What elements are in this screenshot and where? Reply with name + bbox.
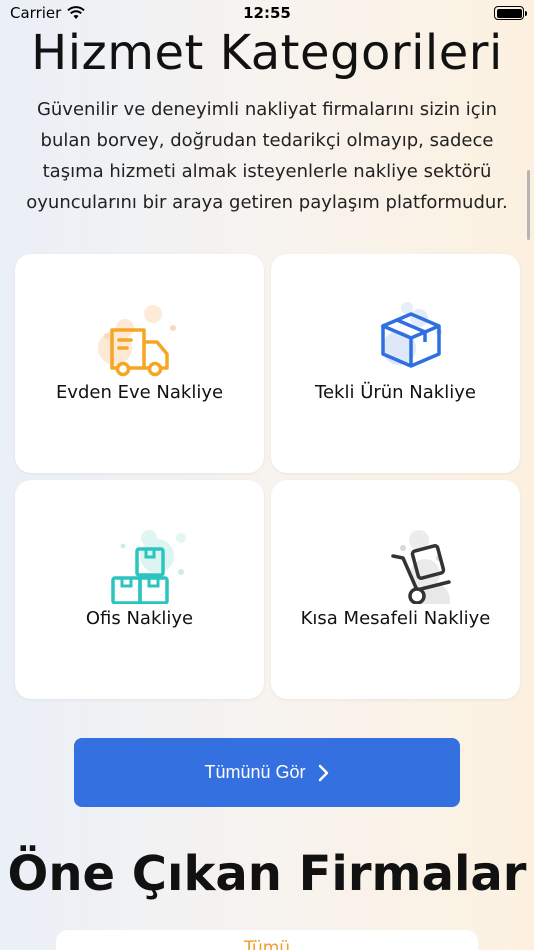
- view-all-button[interactable]: Tümünü Gör: [74, 738, 460, 807]
- carrier-label: Carrier: [10, 4, 62, 22]
- truck-icon: [85, 278, 195, 378]
- category-card-tekli-urun[interactable]: Tekli Ürün Nakliye: [271, 254, 520, 473]
- scroll-indicator[interactable]: [527, 170, 530, 240]
- status-bar: Carrier 12:55: [0, 0, 534, 26]
- box-icon: [341, 278, 451, 378]
- category-label: Ofis Nakliye: [85, 608, 194, 629]
- category-card-ofis[interactable]: Ofis Nakliye: [15, 480, 264, 699]
- featured-card[interactable]: Tümü: [56, 930, 478, 950]
- battery-icon: [494, 6, 527, 20]
- category-card-kisa-mesafeli[interactable]: Kısa Mesafeli Nakliye: [271, 480, 520, 699]
- category-label: Kısa Mesafeli Nakliye: [300, 608, 491, 629]
- category-label: Evden Eve Nakliye: [55, 382, 224, 403]
- hand-truck-icon: [341, 504, 451, 604]
- view-all-label: Tümünü Gör: [204, 762, 306, 782]
- wifi-icon: [67, 6, 86, 19]
- category-card-evden-eve[interactable]: Evden Eve Nakliye: [15, 254, 264, 473]
- featured-title: Öne Çıkan Firmalar: [7, 846, 527, 902]
- category-label: Tekli Ürün Nakliye: [315, 382, 476, 403]
- chevron-right-icon: [318, 764, 328, 781]
- page-title: Hizmet Kategorileri: [31, 25, 503, 81]
- stacked-boxes-icon: [85, 504, 195, 604]
- intro-text: Güvenilir ve deneyimli nakliyat firmalar…: [26, 99, 508, 213]
- featured-card-text: Tümü: [243, 938, 291, 950]
